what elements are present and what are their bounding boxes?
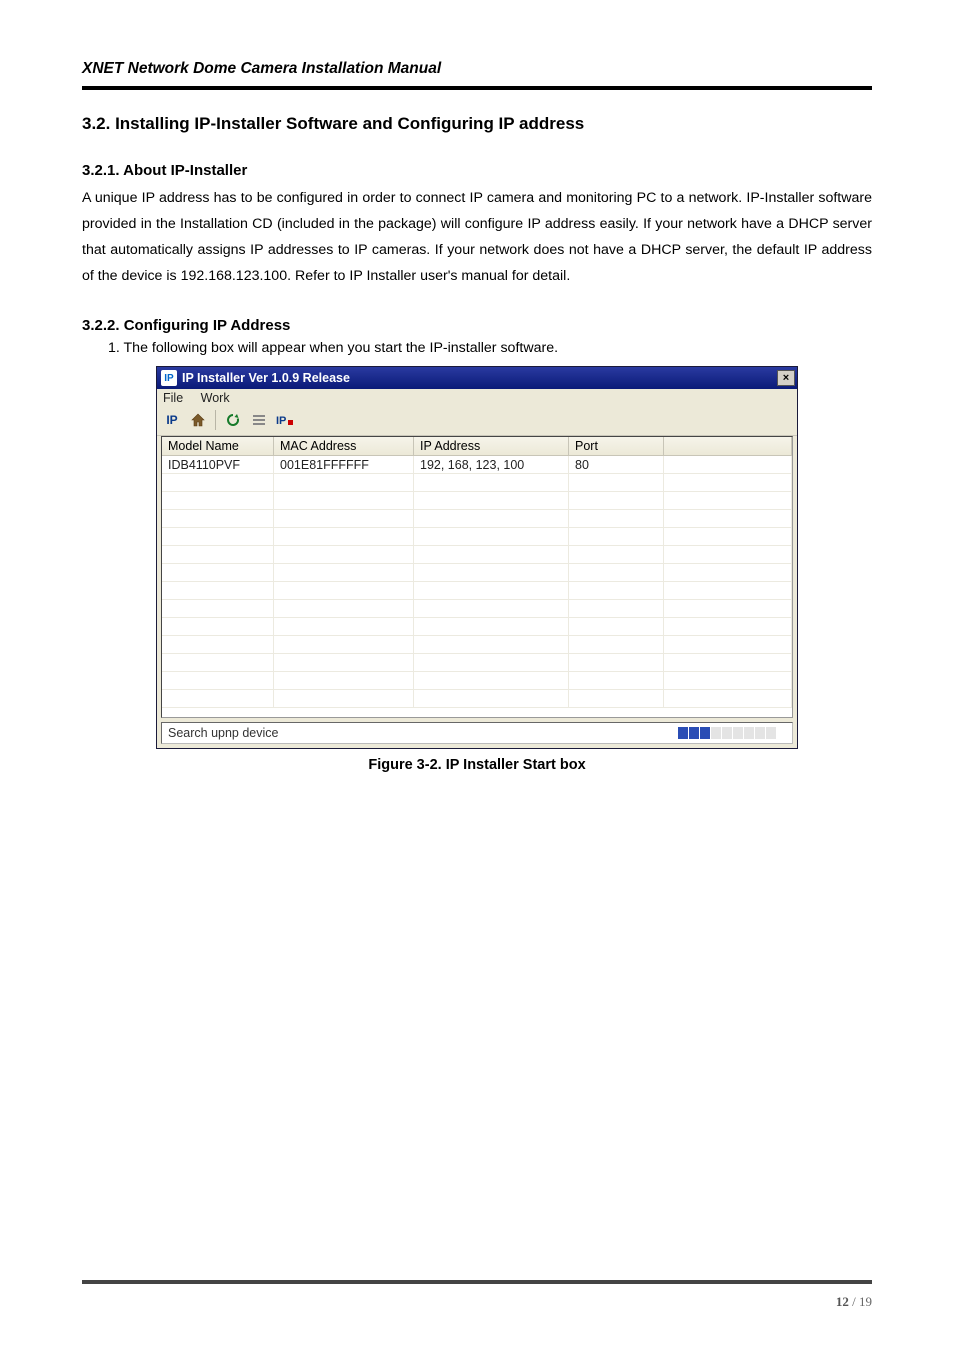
subsection-1-paragraph: A unique IP address has to be configured… <box>82 185 872 289</box>
table-row[interactable]: . <box>162 690 792 708</box>
col-model[interactable]: Model Name <box>162 437 274 456</box>
status-bar: Search upnp device <box>161 722 793 744</box>
table-row[interactable]: . <box>162 492 792 510</box>
menu-bar: File Work <box>157 389 797 407</box>
close-button[interactable]: × <box>777 370 795 386</box>
table-row[interactable]: . <box>162 528 792 546</box>
page-total: 19 <box>859 1294 872 1309</box>
ip-installer-window: IP IP Installer Ver 1.0.9 Release × File… <box>156 366 798 749</box>
table-row[interactable]: . <box>162 654 792 672</box>
col-mac[interactable]: MAC Address <box>274 437 414 456</box>
home-icon[interactable] <box>187 409 209 431</box>
table-row[interactable]: . <box>162 672 792 690</box>
progress-segment <box>678 727 688 739</box>
step-1-text: 1. The following box will appear when yo… <box>108 340 872 356</box>
doc-title: XNET Network Dome Camera Installation Ma… <box>82 60 872 78</box>
title-rule <box>82 86 872 90</box>
footer-rule <box>82 1280 872 1284</box>
progress-segment <box>711 727 721 739</box>
col-extra[interactable] <box>664 437 792 456</box>
subsection-1-heading: 3.2.1. About IP-Installer <box>82 162 872 179</box>
window-title: IP Installer Ver 1.0.9 Release <box>182 371 777 385</box>
page-sep: / <box>849 1294 859 1309</box>
device-list[interactable]: Model Name MAC Address IP Address Port I… <box>161 436 793 718</box>
toolbar: IP IP <box>157 407 797 436</box>
subsection-2-heading: 3.2.2. Configuring IP Address <box>82 317 872 334</box>
col-ip[interactable]: IP Address <box>414 437 569 456</box>
toolbar-separator <box>215 410 216 430</box>
toolbar-ip-button[interactable]: IP <box>161 409 183 431</box>
progress-segment <box>744 727 754 739</box>
screenshot-container: IP IP Installer Ver 1.0.9 Release × File… <box>156 366 798 773</box>
table-row[interactable]: . <box>162 564 792 582</box>
page-number: 12 / 19 <box>836 1294 872 1310</box>
table-row[interactable]: . <box>162 618 792 636</box>
list-body: IDB4110PVF001E81FFFFFF192, 168, 123, 100… <box>162 456 792 708</box>
table-row[interactable]: . <box>162 474 792 492</box>
col-port[interactable]: Port <box>569 437 664 456</box>
window-titlebar: IP IP Installer Ver 1.0.9 Release × <box>157 367 797 389</box>
table-row[interactable]: . <box>162 510 792 528</box>
progress-segment <box>700 727 710 739</box>
progress-bar <box>678 726 788 740</box>
ip-flag-icon[interactable]: IP <box>274 409 296 431</box>
table-row[interactable]: . <box>162 600 792 618</box>
table-row[interactable]: IDB4110PVF001E81FFFFFF192, 168, 123, 100… <box>162 456 792 474</box>
app-icon: IP <box>161 370 177 386</box>
section-heading: 3.2. Installing IP-Installer Software an… <box>82 114 872 134</box>
progress-segment <box>755 727 765 739</box>
list-header: Model Name MAC Address IP Address Port <box>162 437 792 456</box>
progress-segment <box>689 727 699 739</box>
table-row[interactable]: . <box>162 636 792 654</box>
page-current: 12 <box>836 1294 849 1309</box>
menu-work[interactable]: Work <box>201 391 230 405</box>
list-icon[interactable] <box>248 409 270 431</box>
table-row[interactable]: . <box>162 582 792 600</box>
svg-text:IP: IP <box>276 415 286 427</box>
status-text: Search upnp device <box>162 726 678 740</box>
progress-segment <box>722 727 732 739</box>
menu-file[interactable]: File <box>163 391 183 405</box>
table-row[interactable]: . <box>162 546 792 564</box>
progress-segment <box>733 727 743 739</box>
figure-caption: Figure 3-2. IP Installer Start box <box>156 757 798 773</box>
progress-segment <box>766 727 776 739</box>
refresh-icon[interactable] <box>222 409 244 431</box>
